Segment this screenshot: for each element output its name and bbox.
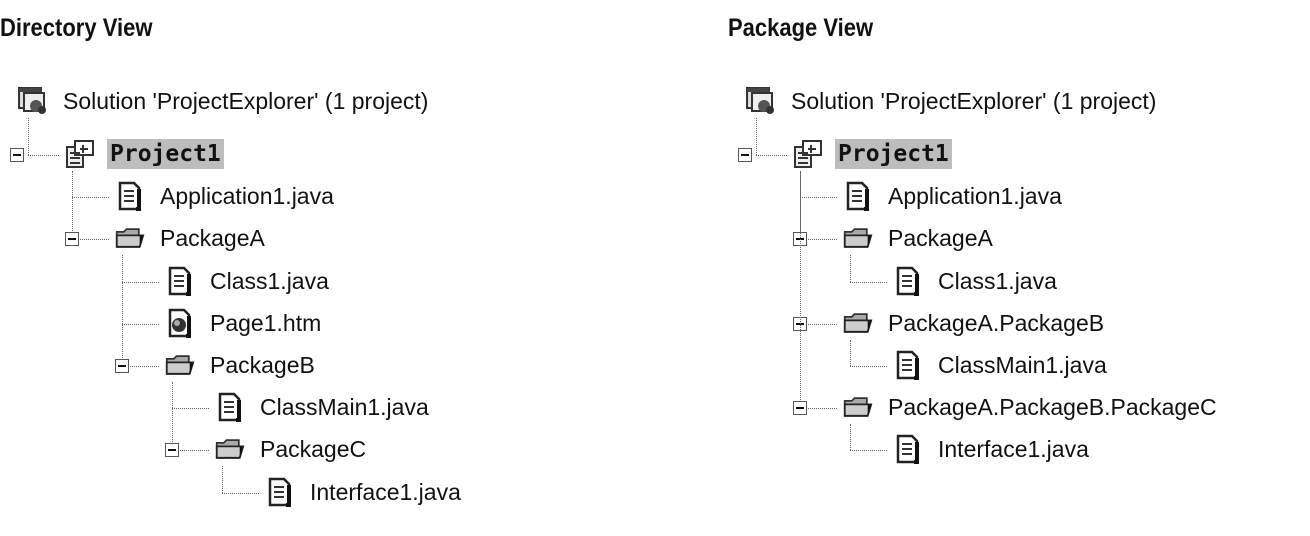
tree-item[interactable]: PackageA xyxy=(0,219,580,259)
collapse-toggle[interactable] xyxy=(65,232,79,247)
tree-item[interactable]: Interface1.java xyxy=(0,473,580,513)
tree-item[interactable]: PackageA.PackageB.PackageC xyxy=(728,388,1308,428)
java-file-icon xyxy=(893,434,923,465)
tree-item-label: PackageA xyxy=(888,225,993,252)
tree-item-label: PackageA.PackageB xyxy=(888,309,1105,336)
java-file-icon xyxy=(893,350,923,380)
collapse-toggle[interactable] xyxy=(738,148,752,162)
solution-icon xyxy=(18,86,48,116)
tree-item[interactable]: PackageB xyxy=(0,346,580,386)
folder-icon xyxy=(843,223,873,253)
java-file-icon xyxy=(893,266,923,296)
tree-item-label: Project1 xyxy=(107,139,224,169)
tree-item-label: Application1.java xyxy=(888,183,1062,210)
tree-item-label: Page1.htm xyxy=(210,309,322,336)
java-file-icon xyxy=(165,266,195,296)
panel-title: Directory View xyxy=(0,14,153,42)
solution-icon xyxy=(746,86,776,116)
folder-icon xyxy=(115,223,145,253)
tree-item-label: Solution 'ProjectExplorer' (1 project) xyxy=(791,88,1157,114)
project-icon xyxy=(793,139,823,169)
tree-item[interactable]: Page1.htm xyxy=(0,304,580,344)
tree-item[interactable]: PackageA xyxy=(728,219,1308,259)
project-icon xyxy=(65,139,95,169)
tree-item[interactable]: PackageC xyxy=(0,430,580,470)
folder-icon xyxy=(843,308,873,338)
tree-item-label: PackageC xyxy=(260,436,367,463)
panel-title: Package View xyxy=(728,14,874,42)
tree-item[interactable]: ClassMain1.java xyxy=(728,346,1308,386)
tree-item-label: Interface1.java xyxy=(310,478,461,505)
tree-item-label: Project1 xyxy=(835,139,952,169)
java-file-icon xyxy=(215,392,245,423)
tree-item[interactable]: Class1.java xyxy=(728,262,1308,302)
java-file-icon xyxy=(843,181,873,212)
collapse-toggle[interactable] xyxy=(793,401,807,416)
tree-item[interactable]: Project1 xyxy=(0,135,580,175)
tree-item-label: Solution 'ProjectExplorer' (1 project) xyxy=(63,88,429,114)
collapse-toggle[interactable] xyxy=(10,148,24,162)
folder-icon xyxy=(165,350,195,380)
tree-item[interactable]: Solution 'ProjectExplorer' (1 project) xyxy=(728,82,1308,122)
tree-item-label: Application1.java xyxy=(160,183,334,210)
collapse-toggle[interactable] xyxy=(115,359,129,373)
tree-item-label: ClassMain1.java xyxy=(938,352,1107,378)
tree-item[interactable]: Application1.java xyxy=(728,177,1308,217)
tree-item[interactable]: Application1.java xyxy=(0,177,580,217)
folder-icon xyxy=(843,392,873,422)
tree-connector-line xyxy=(800,171,801,409)
html-file-icon xyxy=(165,308,195,338)
tree-item-label: PackageA xyxy=(160,225,265,252)
package-view-panel: Package View Solution 'ProjectExplorer' … xyxy=(728,0,1308,536)
folder-icon xyxy=(215,434,245,464)
tree-item-label: Class1.java xyxy=(210,267,329,294)
tree-item-label: PackageB xyxy=(210,352,315,378)
tree-item[interactable]: ClassMain1.java xyxy=(0,388,580,428)
tree-item[interactable]: Interface1.java xyxy=(728,430,1308,470)
tree-item-label: PackageA.PackageB.PackageC xyxy=(888,394,1217,421)
tree-item-label: ClassMain1.java xyxy=(260,394,429,421)
java-file-icon xyxy=(265,477,295,507)
tree-item[interactable]: Project1 xyxy=(728,135,1308,175)
tree-item[interactable]: Class1.java xyxy=(0,262,580,302)
directory-view-panel: Directory View Solution 'ProjectExplorer… xyxy=(0,0,580,536)
java-file-icon xyxy=(115,181,145,212)
collapse-toggle[interactable] xyxy=(165,443,179,458)
tree-item-label: Class1.java xyxy=(938,267,1057,294)
tree-item-label: Interface1.java xyxy=(938,436,1089,463)
tree-item[interactable]: PackageA.PackageB xyxy=(728,304,1308,344)
tree-item[interactable]: Solution 'ProjectExplorer' (1 project) xyxy=(0,82,580,122)
